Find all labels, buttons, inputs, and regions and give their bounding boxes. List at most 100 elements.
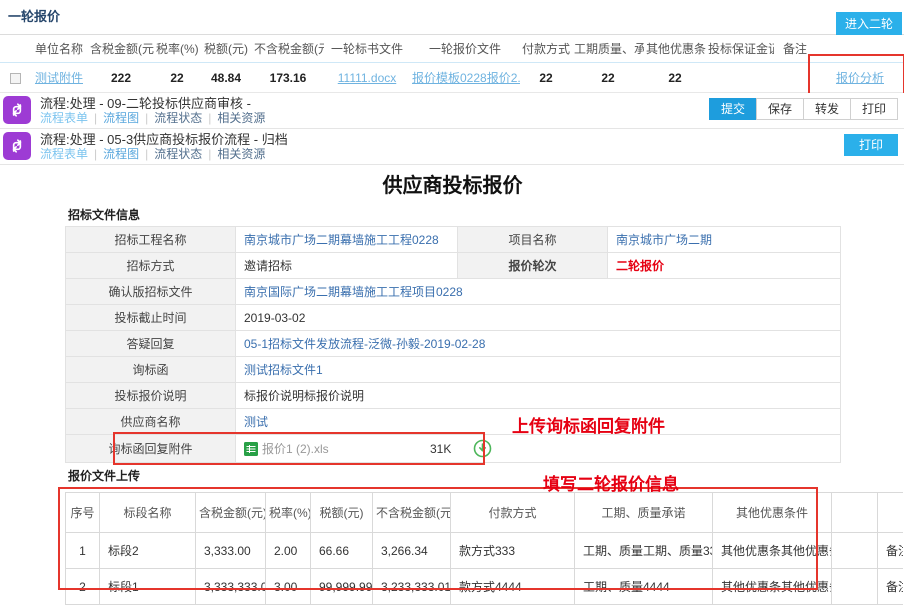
qt-cell-quality-promise: 工期、质量4444	[575, 569, 713, 605]
qt-cell-spacer	[832, 533, 878, 569]
qt-cell-payment: 款方式4444	[451, 569, 575, 605]
qt-header-amount-excl-tax: 不含税金额(元)	[373, 493, 451, 533]
workflow-card-review: 流程:处理 - 09-二轮投标供应商审核 - 流程表单|流程图|流程状态|相关资…	[0, 93, 904, 129]
field-label-quote-note: 投标报价说明	[66, 383, 236, 409]
download-icon[interactable]	[473, 439, 492, 458]
attachment-size: 31K	[430, 442, 451, 456]
qt-header-quality-promise: 工期、质量承诺	[575, 493, 713, 533]
qt-cell-remark: 备注	[878, 533, 904, 569]
header-quote-file: 一轮报价文件	[410, 35, 520, 63]
cell-payment: 22	[520, 63, 572, 93]
field-value-project: 南京城市广场二期幕墙施工工程0228	[236, 227, 458, 253]
workflow-link-status[interactable]: 流程状态	[154, 147, 202, 161]
bid-info-table: 招标工程名称 南京城市广场二期幕墙施工工程0228 项目名称 南京城市广场二期 …	[65, 226, 841, 463]
workflow-link-form[interactable]: 流程表单	[40, 111, 88, 125]
qt-cell-other-terms: 其他优惠条其他优惠条44	[713, 569, 832, 605]
section-title-bid-info: 招标文件信息	[65, 202, 840, 226]
save-button[interactable]: 保存	[756, 98, 804, 120]
field-label-confirmed-doc: 确认版招标文件	[66, 279, 236, 305]
quote-analysis-link[interactable]: 报价分析	[836, 71, 884, 85]
header-remark: 备注	[774, 35, 816, 63]
enter-second-round-button[interactable]: 进入二轮	[836, 12, 902, 35]
qt-header-section-name: 标段名称	[100, 493, 196, 533]
header-other-terms: 其他优惠条件	[644, 35, 706, 63]
qt-header-other-terms: 其他优惠条件	[713, 493, 832, 533]
workflow-card-quote: 流程:处理 - 05-3供应商投标报价流程 - 归档 流程表单|流程图|流程状态…	[0, 129, 904, 165]
cell-amount-incl-tax: 222	[88, 63, 154, 93]
bid-file-link[interactable]: 11111.docx	[338, 71, 397, 85]
cell-amount-excl-tax: 173.16	[252, 63, 324, 93]
qt-cell-tax-rate: 2.00	[266, 533, 311, 569]
first-round-table: 单位名称 含税金额(元) 税率(%) 税额(元) 不含税金额(元) 一轮标书文件…	[0, 34, 904, 93]
attachment-name[interactable]: 报价1 (2).xls	[262, 440, 430, 457]
quote-table-row: 2 标段1 3,333,333.00 3.00 99,999.99 3,233,…	[66, 569, 904, 605]
workflow-link-form[interactable]: 流程表单	[40, 147, 88, 161]
field-value-inquiry-letter: 测试招标文件1	[236, 357, 841, 383]
qt-header-amount-incl-tax: 含税金额(元)	[196, 493, 266, 533]
first-round-header-row: 单位名称 含税金额(元) 税率(%) 税额(元) 不含税金额(元) 一轮标书文件…	[0, 35, 904, 63]
workflow-icon	[3, 132, 31, 160]
field-value-confirmed-doc: 南京国际广场二期幕墙施工工程项目0228	[236, 279, 841, 305]
workflow-link-status[interactable]: 流程状态	[154, 111, 202, 125]
field-label-quote-round: 报价轮次	[458, 253, 608, 279]
qt-header-tax-rate: 税率(%)	[266, 493, 311, 533]
field-label-bid-method: 招标方式	[66, 253, 236, 279]
cell-tax-amount: 48.84	[200, 63, 252, 93]
header-amount-incl-tax: 含税金额(元)	[88, 35, 154, 63]
header-analysis-col	[816, 35, 904, 63]
first-round-title: 一轮报价	[0, 0, 904, 25]
unit-name-link[interactable]: 测试附件	[35, 71, 83, 85]
qt-header-tax-amount: 税额(元)	[311, 493, 373, 533]
field-label-qa-reply: 答疑回复	[66, 331, 236, 357]
supplier-quote-form: 供应商投标报价 招标文件信息 招标工程名称 南京城市广场二期幕墙施工工程0228…	[65, 167, 840, 605]
qt-cell-tax-rate: 3.00	[266, 569, 311, 605]
header-tax-amount: 税额(元)	[200, 35, 252, 63]
workflow-link-resources[interactable]: 相关资源	[217, 111, 265, 125]
workflow-icon	[3, 96, 31, 124]
qt-cell-quality-promise: 工期、质量工期、质量3333	[575, 533, 713, 569]
workflow-title: 流程:处理 - 05-3供应商投标报价流程 - 归档	[40, 132, 904, 147]
first-round-data-row: 测试附件 222 22 48.84 173.16 11111.docx 报价模板…	[0, 63, 904, 93]
qt-cell-spacer	[832, 569, 878, 605]
field-label-deadline: 投标截止时间	[66, 305, 236, 331]
forward-button[interactable]: 转发	[803, 98, 851, 120]
workflow-link-diagram[interactable]: 流程图	[103, 111, 139, 125]
excel-file-icon	[244, 442, 258, 456]
qt-header-remark	[878, 493, 904, 533]
workflow-link-diagram[interactable]: 流程图	[103, 147, 139, 161]
header-tax-rate: 税率(%)	[154, 35, 200, 63]
page-title: 供应商投标报价	[65, 167, 840, 202]
qt-cell-amount-excl-tax: 3,266.34	[373, 533, 451, 569]
qt-cell-section-name: 标段1	[100, 569, 196, 605]
cell-remark	[774, 63, 816, 93]
header-amount-excl-tax: 不含税金额(元)	[252, 35, 324, 63]
header-guarantee: 投标保证金证...	[706, 35, 774, 63]
qt-cell-index: 1	[66, 533, 100, 569]
workflow-link-resources[interactable]: 相关资源	[217, 147, 265, 161]
header-checkbox-col	[0, 35, 30, 63]
field-value-qa-reply: 05-1招标文件发放流程-泛微-孙毅-2019-02-28	[236, 331, 841, 357]
cell-quality-promise: 22	[572, 63, 644, 93]
qt-cell-other-terms: 其他优惠条其他优惠条333	[713, 533, 832, 569]
field-value-quote-note: 标报价说明标报价说明	[236, 383, 841, 409]
print-button[interactable]: 打印	[844, 134, 898, 156]
quote-file-link[interactable]: 报价模板0228报价2.xls	[412, 71, 520, 85]
qt-cell-remark: 备注	[878, 569, 904, 605]
section-title-quote-upload: 报价文件上传	[65, 463, 840, 487]
qt-cell-tax-amount: 99,999.99	[311, 569, 373, 605]
quote-upload-table: 序号 标段名称 含税金额(元) 税率(%) 税额(元) 不含税金额(元) 付款方…	[65, 492, 903, 605]
qt-cell-section-name: 标段2	[100, 533, 196, 569]
print-button[interactable]: 打印	[850, 98, 898, 120]
cell-other-terms: 22	[644, 63, 706, 93]
submit-button[interactable]: 提交	[709, 98, 757, 120]
row-checkbox[interactable]	[10, 73, 21, 84]
field-value-bid-method: 邀请招标	[236, 253, 458, 279]
header-quality-promise: 工期质量、承诺	[572, 35, 644, 63]
quote-table-header-row: 序号 标段名称 含税金额(元) 税率(%) 税额(元) 不含税金额(元) 付款方…	[66, 493, 904, 533]
cell-guarantee	[706, 63, 774, 93]
cell-tax-rate: 22	[154, 63, 200, 93]
field-label-inquiry-letter: 询标函	[66, 357, 236, 383]
field-value-supplier: 测试	[244, 415, 268, 429]
annotation-fill: 填写二轮报价信息	[543, 470, 679, 495]
field-value-deadline: 2019-03-02	[236, 305, 841, 331]
